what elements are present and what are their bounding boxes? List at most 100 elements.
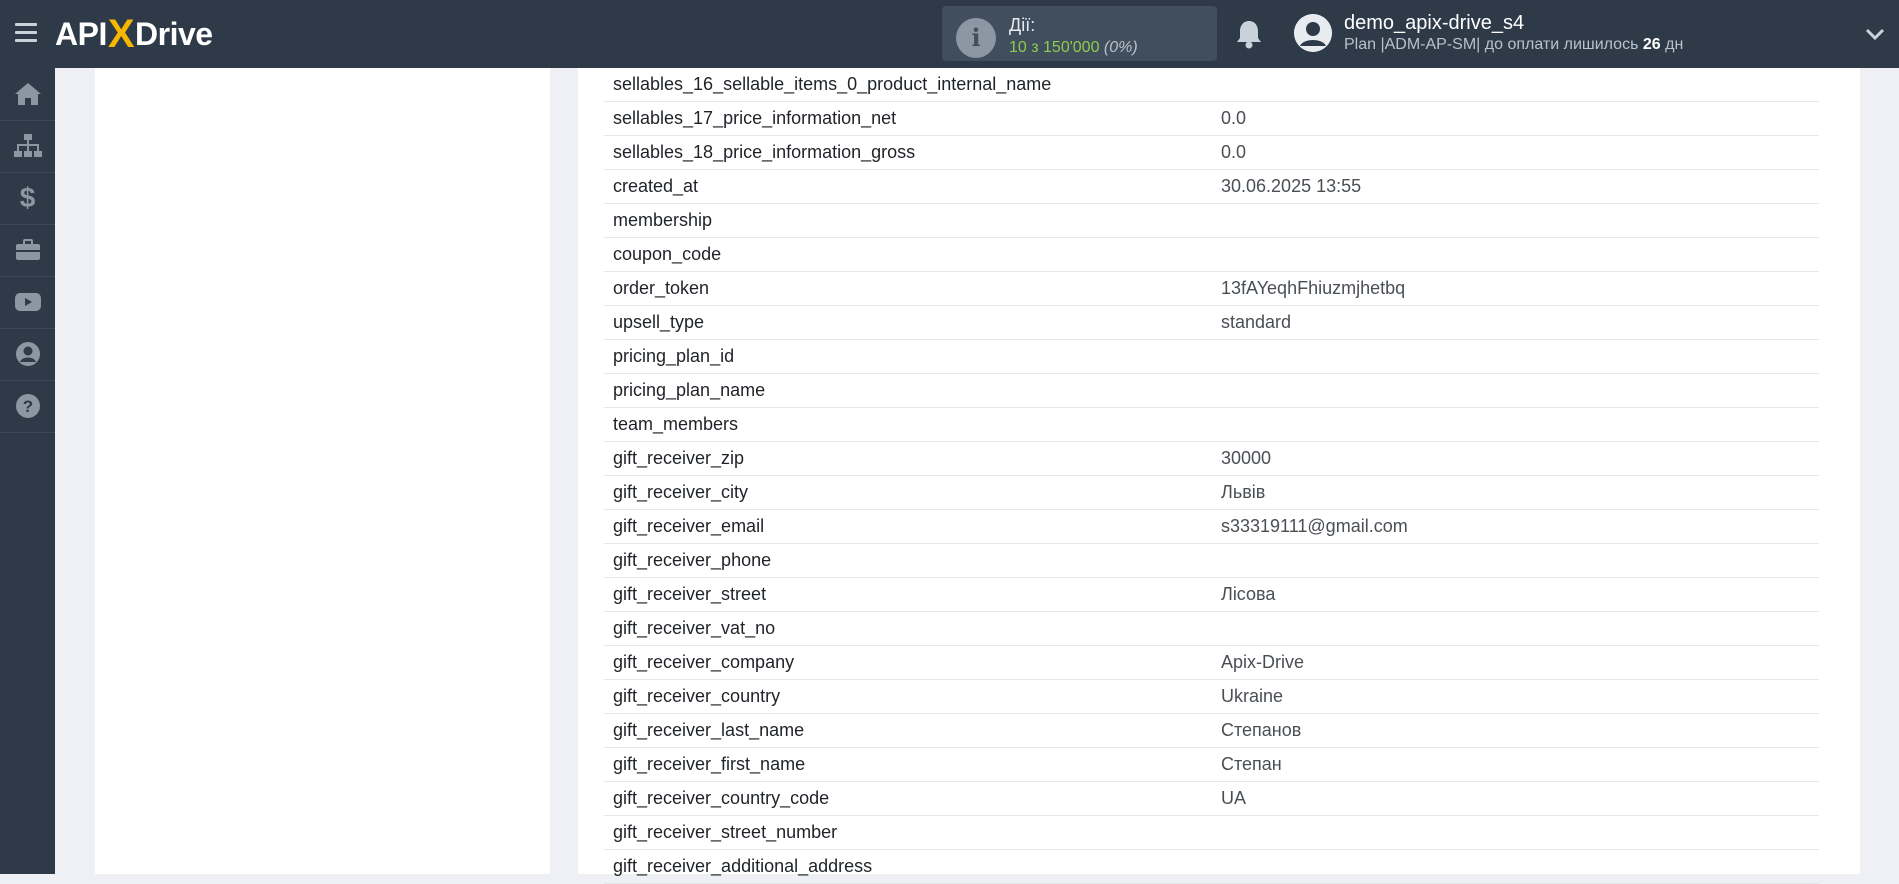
actions-title: Дії: [1009, 15, 1036, 35]
field-name: gift_receiver_street_number [613, 822, 838, 842]
table-row: gift_receiver_country_code UA [604, 782, 1819, 816]
field-value: Ukraine [1221, 686, 1284, 706]
table-row: gift_receiver_phone [604, 544, 1819, 578]
table-row: gift_receiver_country Ukraine [604, 680, 1819, 714]
field-name: gift_receiver_zip [613, 448, 745, 468]
field-name: gift_receiver_country [613, 686, 781, 706]
field-name: team_members [613, 414, 739, 434]
table-row: gift_receiver_additional_address [604, 850, 1819, 884]
info-icon: i [956, 18, 996, 58]
field-name: pricing_plan_id [613, 346, 735, 366]
field-name: created_at [613, 176, 699, 196]
field-name: gift_receiver_company [613, 652, 795, 672]
menu-icon[interactable] [15, 23, 37, 43]
plan-text: Plan |ADM-AP-SM| до оплати лишилось [1344, 36, 1643, 53]
table-row: pricing_plan_name [604, 374, 1819, 408]
table-row: gift_receiver_first_name Степан [604, 748, 1819, 782]
field-value: Лісова [1221, 584, 1276, 604]
field-value: Степан [1221, 754, 1282, 774]
field-name: gift_receiver_street [613, 584, 767, 604]
table-row: pricing_plan_id [604, 340, 1819, 374]
svg-text:?: ? [22, 397, 32, 416]
sidebar-item-help[interactable]: ? [0, 380, 55, 433]
field-name: membership [613, 210, 713, 230]
table-row: team_members [604, 408, 1819, 442]
field-value: 0.0 [1221, 142, 1247, 162]
table-row: membership [604, 204, 1819, 238]
actions-count-value: 10 з 150'000 [1009, 39, 1100, 56]
youtube-icon [14, 293, 41, 311]
field-value: Львів [1221, 482, 1266, 502]
dollar-icon: $ [19, 182, 36, 213]
table-row: sellables_17_price_information_net 0.0 [604, 102, 1819, 136]
field-name: gift_receiver_first_name [613, 754, 806, 774]
data-table: sellables_16_sellable_items_0_product_in… [604, 68, 1819, 884]
user-plan: Plan |ADM-AP-SM| до оплати лишилось 26 д… [1344, 36, 1683, 54]
left-panel [95, 68, 550, 874]
help-icon: ? [15, 394, 40, 418]
field-name: upsell_type [613, 312, 705, 332]
field-name: sellables_16_sellable_items_0_product_in… [613, 74, 1052, 94]
table-row: gift_receiver_vat_no [604, 612, 1819, 646]
field-value: Степанов [1221, 720, 1302, 740]
field-value: 13fAYeqhFhiuzmjhetbq [1221, 278, 1406, 298]
table-row: created_at 30.06.2025 13:55 [604, 170, 1819, 204]
field-name: gift_receiver_city [613, 482, 749, 502]
sidebar-item-services[interactable] [0, 224, 55, 277]
logo-part2: Drive [135, 15, 213, 52]
field-name: gift_receiver_last_name [613, 720, 805, 740]
avatar[interactable] [1294, 14, 1332, 52]
main-panel: sellables_16_sellable_items_0_product_in… [578, 68, 1860, 884]
actions-percent: (0%) [1103, 39, 1138, 56]
table-row: sellables_16_sellable_items_0_product_in… [604, 68, 1819, 102]
logo-part1: API [55, 15, 107, 52]
top-bar: API X Drive i Дії: 10 з 150'000 (0%) demo_… [0, 0, 1899, 68]
sidebar-item-videos[interactable] [0, 276, 55, 329]
briefcase-icon [15, 239, 40, 260]
field-name: gift_receiver_country_code [613, 788, 830, 808]
sidebar-item-home[interactable] [0, 68, 55, 121]
table-row: gift_receiver_zip 30000 [604, 442, 1819, 476]
table-row: gift_receiver_city Львів [604, 476, 1819, 510]
sitemap-icon [13, 134, 42, 157]
field-value: 30000 [1221, 448, 1272, 468]
table-row: gift_receiver_street Лісова [604, 578, 1819, 612]
field-name: gift_receiver_email [613, 516, 765, 536]
field-value: 0.0 [1221, 108, 1247, 128]
sidebar-item-billing[interactable]: $ [0, 172, 55, 225]
table-row: coupon_code [604, 238, 1819, 272]
home-icon [14, 83, 41, 105]
bell-icon[interactable] [1234, 18, 1264, 55]
field-value: UA [1221, 788, 1247, 808]
logo-x: X [107, 11, 135, 56]
plan-days: 26 [1642, 36, 1661, 53]
field-name: sellables_17_price_information_net [613, 108, 897, 128]
sidebar: $ ? [0, 68, 55, 874]
table-row: gift_receiver_last_name Степанов [604, 714, 1819, 748]
actions-counter[interactable]: i Дії: 10 з 150'000 (0%) [942, 6, 1217, 61]
user-name[interactable]: demo_apix-drive_s4 [1344, 12, 1524, 35]
sidebar-item-account[interactable] [0, 328, 55, 381]
table-row: gift_receiver_email s33319111@gmail.com [604, 510, 1819, 544]
logo[interactable]: API X Drive [55, 12, 213, 56]
table-row: upsell_type standard [604, 306, 1819, 340]
field-value: Apix-Drive [1221, 652, 1305, 672]
table-row: gift_receiver_company Apix-Drive [604, 646, 1819, 680]
table-row: order_token 13fAYeqhFhiuzmjhetbq [604, 272, 1819, 306]
actions-count: 10 з 150'000 (0%) [1009, 39, 1138, 57]
table-row: gift_receiver_street_number [604, 816, 1819, 850]
field-name: gift_receiver_vat_no [613, 618, 776, 638]
field-name: pricing_plan_name [613, 380, 766, 400]
field-value: s33319111@gmail.com [1221, 516, 1408, 536]
field-value: 30.06.2025 13:55 [1221, 176, 1362, 196]
chevron-down-icon[interactable] [1864, 24, 1886, 49]
plan-days-suffix: дн [1660, 36, 1684, 53]
field-name: order_token [613, 278, 710, 298]
user-circle-icon [15, 342, 40, 366]
field-name: coupon_code [613, 244, 722, 264]
sidebar-item-connections[interactable] [0, 120, 55, 173]
field-value: standard [1221, 312, 1292, 332]
field-name: gift_receiver_phone [613, 550, 772, 570]
field-name: sellables_18_price_information_gross [613, 142, 916, 162]
table-row: sellables_18_price_information_gross 0.0 [604, 136, 1819, 170]
